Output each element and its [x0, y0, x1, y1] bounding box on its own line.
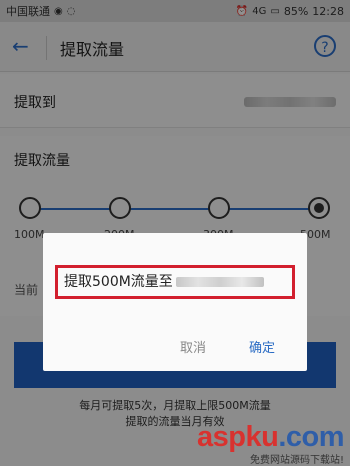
confirm-button[interactable]: 确定 [249, 337, 275, 356]
watermark-logo: aspku.com [196, 421, 345, 454]
confirm-dialog: 提取500M流量至 取消 确定 [43, 233, 307, 371]
dialog-message-text: 提取500M流量至 [64, 274, 173, 290]
dialog-message: 提取500M流量至 [55, 265, 295, 299]
watermark-main: aspku [196, 421, 279, 453]
cancel-button[interactable]: 取消 [180, 337, 206, 356]
watermark-subtitle: 免费网站源码下载站! [249, 455, 344, 466]
watermark-tld: .com [278, 421, 344, 453]
masked-phone-number [175, 277, 264, 287]
